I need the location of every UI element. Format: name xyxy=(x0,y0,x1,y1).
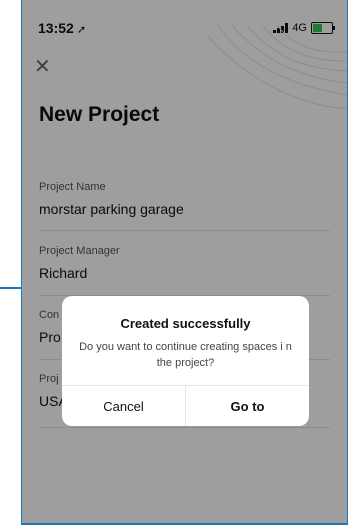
dialog-actions: Cancel Go to xyxy=(62,385,309,426)
cancel-button[interactable]: Cancel xyxy=(62,386,185,426)
go-to-button[interactable]: Go to xyxy=(185,386,309,426)
success-dialog: Created successfully Do you want to cont… xyxy=(62,296,309,426)
dialog-message: Do you want to continue creating spaces … xyxy=(79,341,292,369)
dialog-title: Created successfully xyxy=(120,316,251,331)
modal-overlay[interactable] xyxy=(22,0,347,523)
side-line xyxy=(0,287,22,289)
phone-screen: 13:52 ➚ 4G ✕ New Project Project Name mor… xyxy=(21,0,348,525)
